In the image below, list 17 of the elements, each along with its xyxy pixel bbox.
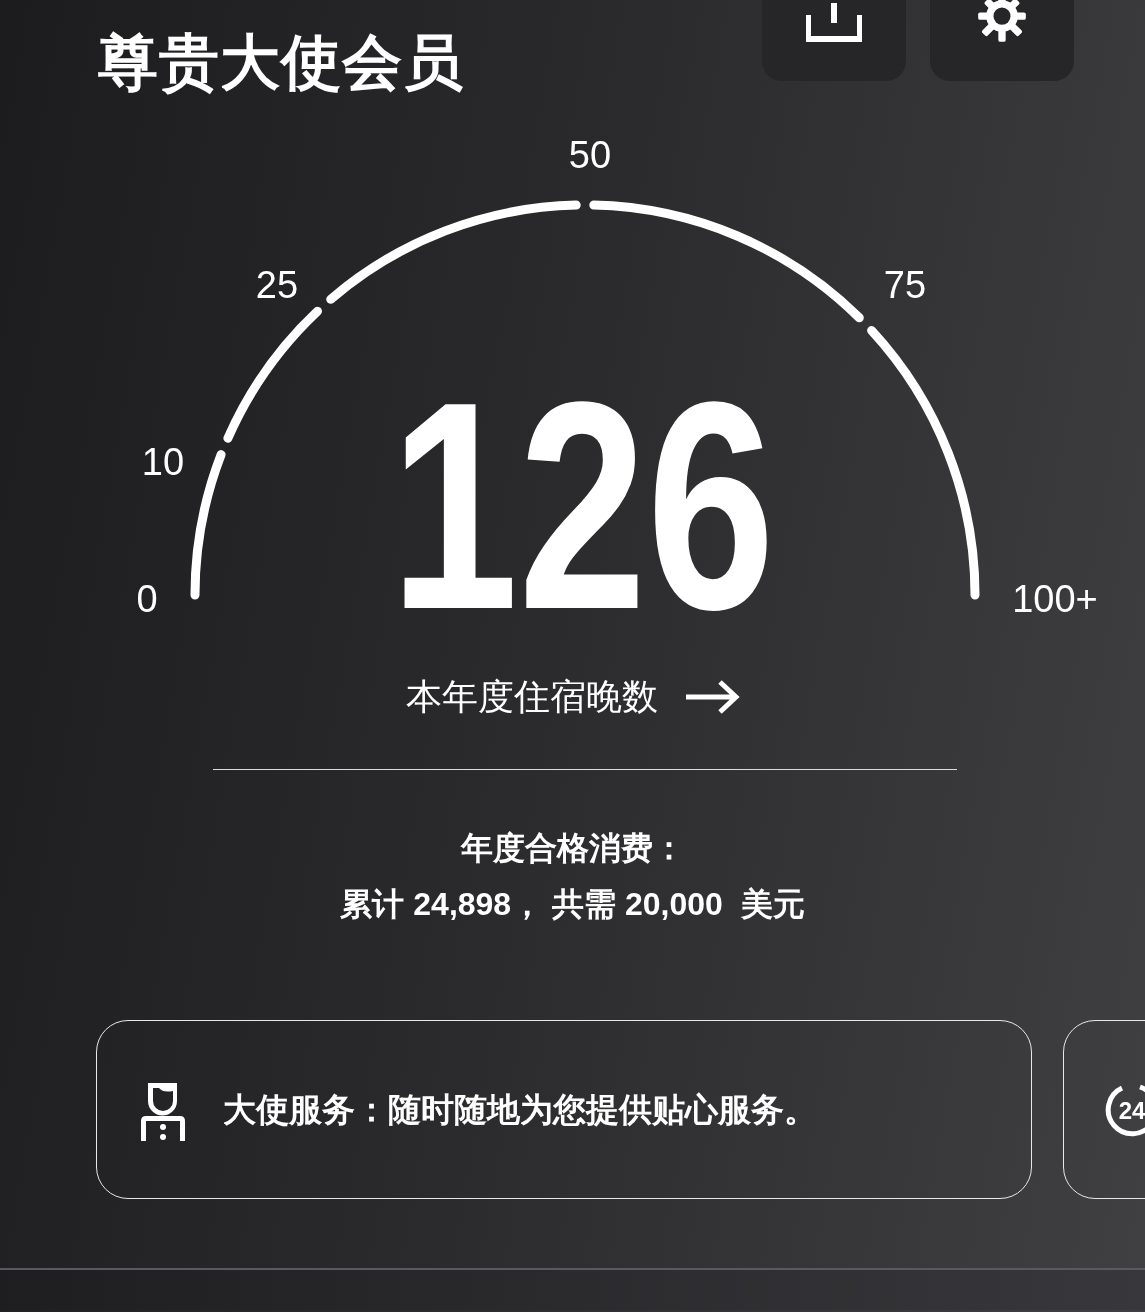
arrow-right-icon — [683, 679, 740, 715]
gauge-tick-label: 0 — [136, 578, 158, 620]
gauge-tick-label: 10 — [141, 441, 185, 483]
gauge-tick-label: 75 — [883, 264, 927, 306]
spending-summary: 累计 24,898， 共需 20,000 美元 — [339, 885, 806, 924]
service-card[interactable]: 大使服务：随时随地为您提供贴心服务。 — [96, 1020, 1032, 1199]
share-icon — [806, 3, 862, 43]
nights-caption: 本年度住宿晚数 — [405, 675, 658, 719]
gauge-tick-label: 100+ — [1012, 578, 1098, 620]
spending-label: 年度合格消费： — [459, 829, 686, 868]
gauge-tick-label: 50 — [568, 134, 612, 176]
service-text: 大使服务：随时随地为您提供贴心服务。 — [223, 1089, 817, 1130]
nights-count: 126 — [390, 340, 884, 620]
gauge-tick-label: 25 — [255, 264, 299, 306]
service-card[interactable]: 24 — [1063, 1020, 1145, 1199]
arrow-button[interactable] — [683, 679, 740, 715]
page-title: 尊贵大使会员 — [98, 28, 465, 98]
